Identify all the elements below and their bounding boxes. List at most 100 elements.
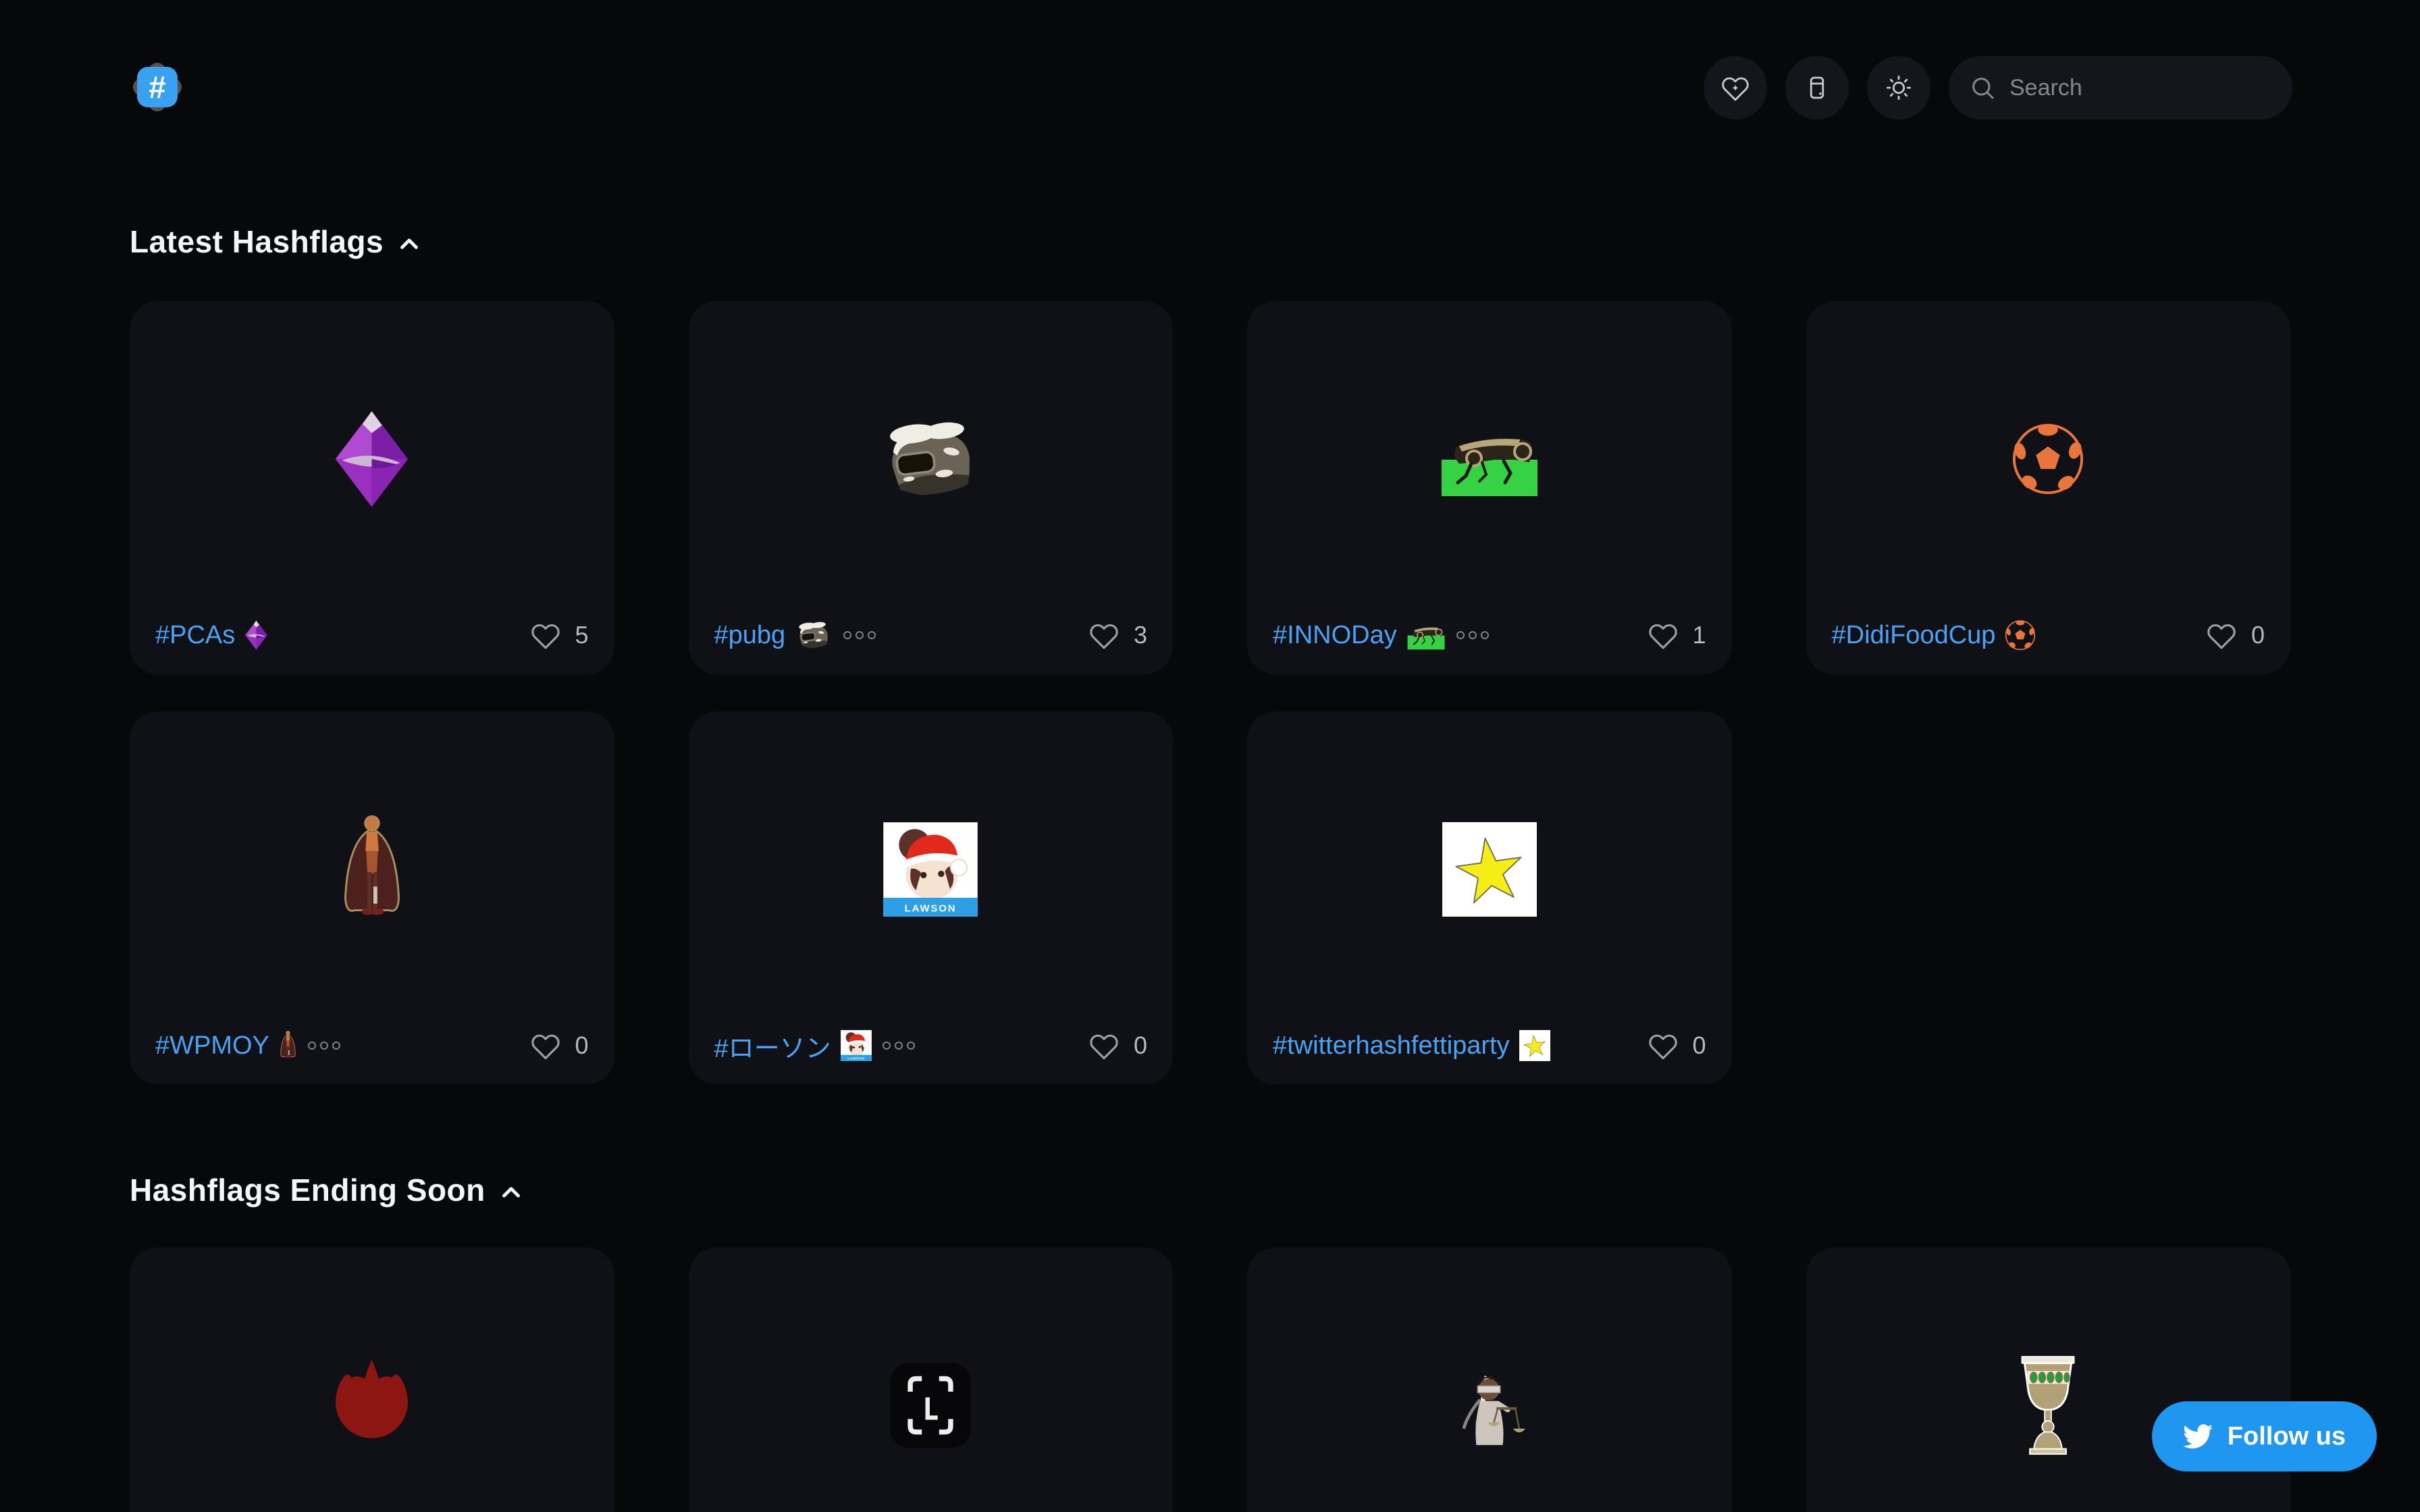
hashflag-card[interactable]: #WPMOY 0 [130,711,614,1085]
hashflag-image [1806,301,2291,616]
hashtag-link[interactable]: #twitterhashfettiparty [1273,1031,1510,1060]
card-footer: #DidiFoodCup 0 [1806,616,2291,674]
orange-football-art [2011,423,2084,495]
purple-gem-art [333,408,411,510]
caped-player-art [279,1030,297,1061]
like-count: 3 [1131,621,1147,649]
card-footer: #WPMOY 0 [130,1027,614,1085]
hashtag-link[interactable]: #ローソン [714,1027,831,1064]
hashflag-card[interactable] [1806,1247,2291,1512]
hashtag-link[interactable]: #INNODay [1273,621,1397,650]
caped-player-art [339,813,405,926]
lawson-mascot-art: LAWSON [841,1030,872,1061]
hashflag-card[interactable]: #DidiFoodCup 0 [1806,301,2291,674]
chevron-up-icon [499,1181,523,1205]
card-tag-group: #pubg [714,620,876,651]
more-hashtags-indicator [308,1042,340,1050]
theme-toggle-button[interactable] [1867,56,1930,119]
more-hashtags-indicator [1456,631,1489,639]
hashflag-card[interactable]: #INNODay 1 [1247,301,1732,674]
card-like-group: 0 [531,1031,589,1060]
yellow-star-art [1519,1030,1550,1061]
purple-gem-icon [244,620,268,651]
lawson-mascot-icon: LAWSON [841,1030,872,1061]
section-title: Hashflags Ending Soon [130,1172,485,1208]
yellow-star-art [1442,822,1537,917]
hashflag-image [130,301,614,616]
card-tag-group: #WPMOY [155,1030,340,1061]
follow-us-button[interactable]: Follow us [2152,1401,2377,1472]
sun-theme-icon [1885,74,1913,102]
card-footer: #INNODay 1 [1247,616,1732,674]
pubg-helmet-icon [795,620,833,651]
hashflag-card[interactable] [689,1247,1174,1512]
frame-logo-art [890,1363,971,1448]
hashflag-grid-ending-soon [130,1247,2290,1512]
pubg-helmet-art [878,416,983,502]
hashtag-link[interactable]: #pubg [714,621,786,650]
search-input[interactable] [2008,74,2272,102]
main-content: Latest Hashflags #PCAs 5 #pubg 3 #INNODay 1 #D… [130,221,2290,1512]
like-count: 0 [2248,621,2265,649]
like-button[interactable] [1089,620,1119,650]
app-logo[interactable]: # [135,65,180,109]
card-like-group: 0 [1648,1031,1706,1060]
card-view-button[interactable] [1785,56,1849,119]
heart-icon [1648,620,1678,650]
favorites-button[interactable] [1704,56,1767,119]
section-header-latest[interactable]: Latest Hashflags [130,221,2290,263]
card-like-group: 1 [1648,620,1706,650]
hashflag-card[interactable] [130,1247,614,1512]
card-footer: #twitterhashfettiparty 0 [1247,1027,1732,1085]
hashflag-card[interactable]: #twitterhashfettiparty 0 [1247,711,1732,1085]
hashflag-card[interactable]: #PCAs 5 [130,301,614,674]
hashflag-grid-latest: #PCAs5#pubg3#INNODay1#DidiFoodCup0#WPMOY… [130,301,2290,1085]
hashtag-link[interactable]: #WPMOY [155,1031,269,1060]
rebel-insignia-art [329,1356,415,1455]
caped-player-icon [279,1030,297,1061]
page: # [0,0,2420,1512]
like-button[interactable] [531,1031,560,1060]
card-tag-group: #PCAs [155,620,268,651]
hashflag-image: LAWSON [689,711,1174,1027]
heart-sparkle-icon [1721,74,1750,102]
heart-icon [531,620,560,650]
card-like-group: 5 [531,620,589,650]
card-footer: #pubg 3 [689,616,1174,674]
like-button[interactable] [531,620,560,650]
heart-icon [1089,620,1119,650]
card-tag-group: #DidiFoodCup [1832,620,2036,651]
purple-gem-art [244,620,268,651]
follow-us-label: Follow us [2228,1422,2346,1451]
like-count: 0 [573,1031,589,1060]
section-header-ending-soon[interactable]: Hashflags Ending Soon [130,1169,2290,1211]
search-bar[interactable] [1949,56,2292,119]
card-like-group: 0 [2207,620,2265,650]
header-actions [1704,56,2292,119]
card-footer: #ローソン LAWSON 0 [689,1027,1174,1085]
hashflag-image [1247,301,1732,616]
more-hashtags-indicator [843,631,876,639]
like-button[interactable] [1648,1031,1678,1060]
trophy-goblet-art [2011,1354,2084,1457]
card-like-group: 3 [1089,620,1147,650]
more-hashtags-indicator [883,1042,915,1050]
like-button[interactable] [2207,620,2236,650]
heart-icon [531,1031,560,1060]
lady-justice-art [1442,1358,1537,1453]
orange-football-icon [2005,620,2036,651]
like-button[interactable] [1089,1031,1119,1060]
hashtag-link[interactable]: #DidiFoodCup [1832,621,1996,650]
hashflag-card[interactable]: #pubg 3 [689,301,1174,674]
twitter-bird-icon [2183,1422,2213,1451]
orange-football-art [2005,620,2036,651]
hashflag-card[interactable]: LAWSON#ローソンLAWSON0 [689,711,1174,1085]
like-button[interactable] [1648,620,1678,650]
robot-dog-icon [1406,620,1446,651]
hashtag-link[interactable]: #PCAs [155,621,235,650]
like-count: 1 [1690,621,1706,649]
card-like-group: 0 [1089,1031,1147,1060]
card-tag-group: #ローソン LAWSON [714,1027,915,1064]
hashflag-card[interactable] [1247,1247,1732,1512]
logo-glyph: # [149,69,166,105]
